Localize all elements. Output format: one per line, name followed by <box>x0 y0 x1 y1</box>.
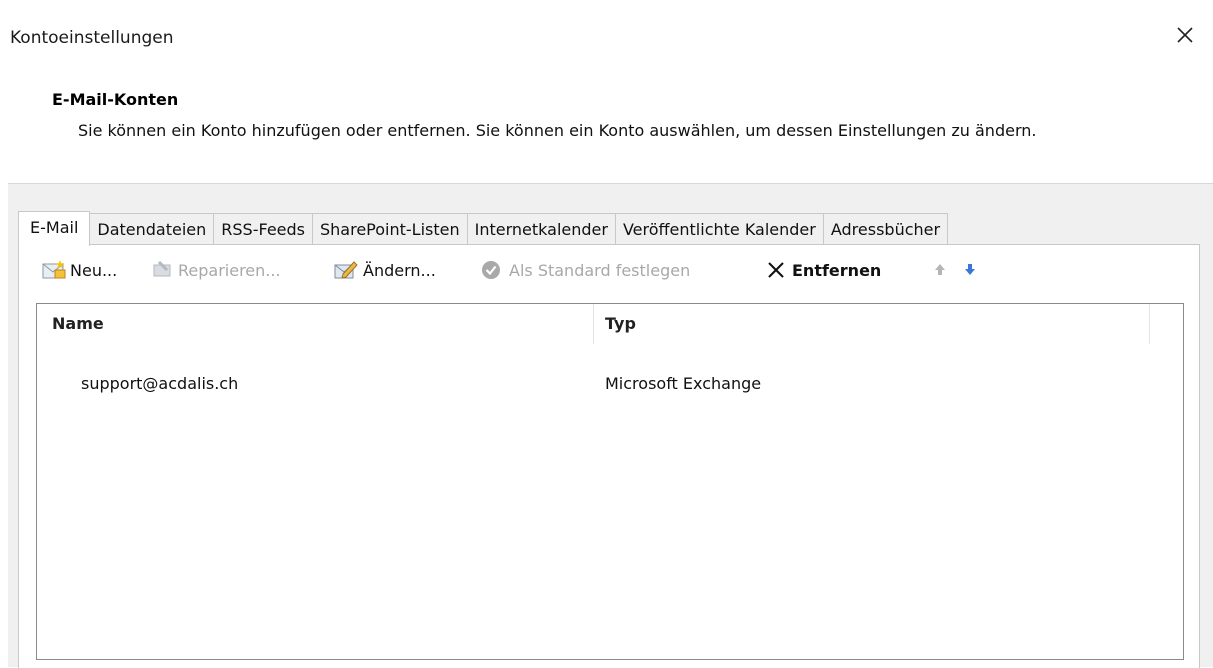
remove-button[interactable]: Entfernen <box>765 256 881 284</box>
arrow-up-icon <box>935 264 945 275</box>
new-account-label: Neu... <box>70 260 118 280</box>
tab-address-books[interactable]: Adressbücher <box>822 213 949 245</box>
change-label: Ändern... <box>363 260 436 280</box>
dialog-title: Kontoeinstellungen <box>10 28 174 48</box>
email-tab-page: Neu... Reparieren... Ändern... Als Stand… <box>18 244 1200 668</box>
tab-sharepoint-lists[interactable]: SharePoint-Listen <box>312 213 468 245</box>
accounts-list[interactable]: Name Typ support@acdalis.ch Microsoft Ex… <box>36 303 1184 660</box>
new-account-button[interactable]: Neu... <box>41 256 117 284</box>
column-header-type[interactable]: Typ <box>605 304 636 344</box>
tab-row: E-Mail Datendateien RSS-Feeds SharePoint… <box>18 211 949 246</box>
column-divider[interactable] <box>593 304 594 344</box>
tab-data-files[interactable]: Datendateien <box>89 213 215 245</box>
section-description: Sie können ein Konto hinzufügen oder ent… <box>78 121 1037 140</box>
close-icon[interactable] <box>1172 22 1198 48</box>
move-up-button[interactable] <box>932 256 948 284</box>
toolbar: Neu... Reparieren... Ändern... Als Stand… <box>19 245 1199 295</box>
list-header: Name Typ <box>37 304 1183 344</box>
remove-x-icon <box>768 262 784 278</box>
new-mail-icon <box>42 260 66 279</box>
arrow-down-icon <box>965 264 975 275</box>
tab-control: E-Mail Datendateien RSS-Feeds SharePoint… <box>8 183 1213 668</box>
tab-email[interactable]: E-Mail <box>18 211 91 246</box>
tab-internet-calendars[interactable]: Internetkalender <box>466 213 616 245</box>
repair-button[interactable]: Reparieren... <box>151 256 281 284</box>
change-icon <box>334 261 358 279</box>
column-header-name[interactable]: Name <box>52 304 104 344</box>
column-divider[interactable] <box>1149 304 1150 344</box>
account-type-cell: Microsoft Exchange <box>605 374 762 393</box>
move-down-button[interactable] <box>962 256 978 284</box>
change-button[interactable]: Ändern... <box>333 256 436 284</box>
tab-rss-feeds[interactable]: RSS-Feeds <box>213 213 313 245</box>
background-window-strip: ​ <box>0 0 1213 8</box>
set-default-button[interactable]: Als Standard festlegen <box>480 256 690 284</box>
set-default-label: Als Standard festlegen <box>509 260 691 280</box>
account-name-cell: support@acdalis.ch <box>81 374 239 393</box>
tab-published-calendars[interactable]: Veröffentlichte Kalender <box>614 213 824 245</box>
table-row[interactable]: support@acdalis.ch Microsoft Exchange <box>37 364 1183 404</box>
section-heading: E-Mail-Konten <box>52 90 179 109</box>
repair-label: Reparieren... <box>178 260 281 280</box>
remove-label: Entfernen <box>792 260 882 280</box>
repair-icon <box>153 260 171 277</box>
check-circle-icon <box>482 261 500 279</box>
